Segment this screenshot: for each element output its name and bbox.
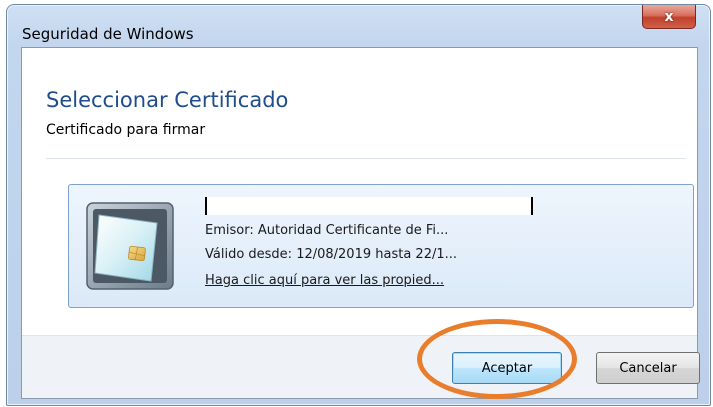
dialog-heading: Seleccionar Certificado: [46, 88, 289, 112]
smart-card-icon: [86, 202, 174, 290]
separator: [46, 158, 686, 159]
accept-button[interactable]: Aceptar: [452, 352, 562, 384]
window-title: Seguridad de Windows: [22, 25, 194, 43]
close-icon: x: [664, 8, 674, 25]
dialog-content: Seleccionar Certificado Certificado para…: [21, 47, 700, 399]
title-bar[interactable]: Seguridad de Windows x: [7, 5, 710, 51]
certificate-issuer: Emisor: Autoridad Certificante de Fi...: [205, 223, 449, 238]
dialog-subheading: Certificado para firmar: [46, 122, 206, 138]
certificate-name-redacted: [205, 197, 533, 215]
cancel-button[interactable]: Cancelar: [596, 352, 700, 384]
certificate-tile[interactable]: Emisor: Autoridad Certificante de Fi... …: [68, 184, 694, 308]
security-dialog-window: Seguridad de Windows x Seleccionar Certi…: [6, 4, 711, 406]
redaction-box: [205, 197, 533, 215]
close-button[interactable]: x: [642, 5, 696, 29]
certificate-validity: Válido desde: 12/08/2019 hasta 22/1...: [205, 247, 458, 262]
button-bar: Aceptar Cancelar: [22, 335, 700, 398]
certificate-properties-link[interactable]: Haga clic aquí para ver las propied...: [205, 273, 444, 288]
